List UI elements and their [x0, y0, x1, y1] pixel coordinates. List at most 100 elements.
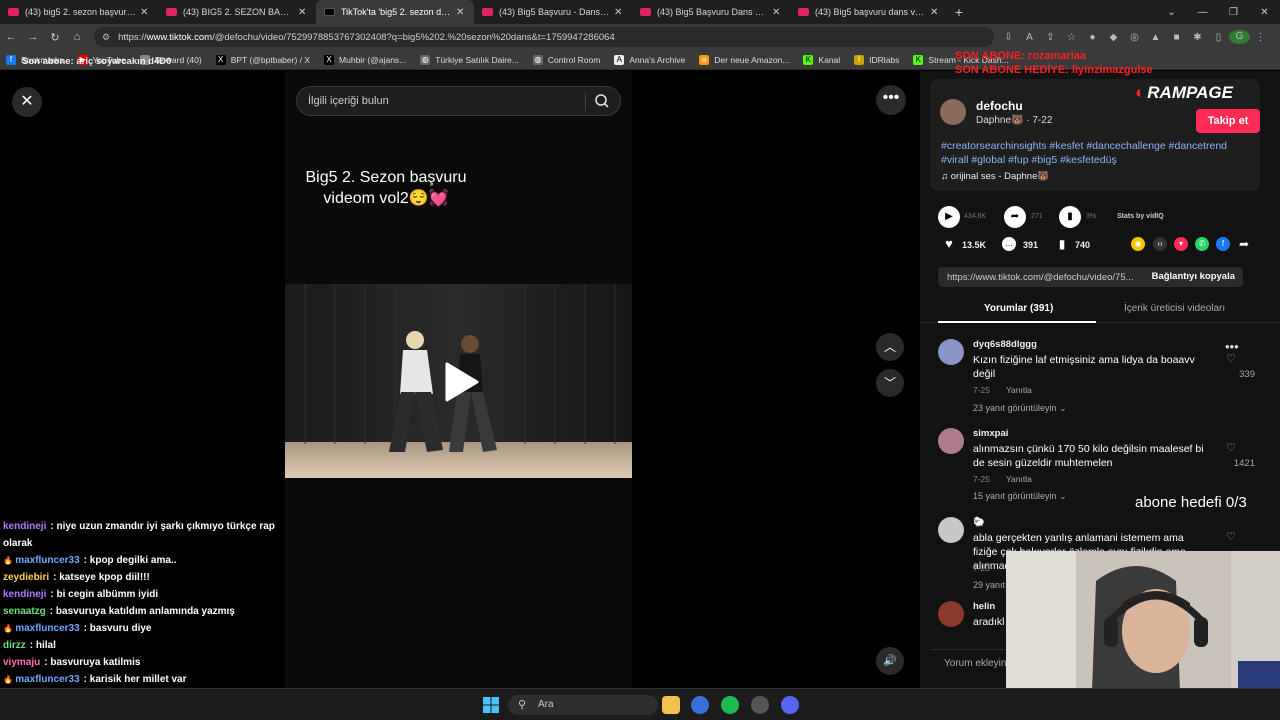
- whatsapp-icon[interactable]: ✆: [1195, 237, 1209, 251]
- bookmark-item[interactable]: K Kanal: [803, 54, 840, 65]
- commenter-name[interactable]: dyq6s88dlggg: [973, 339, 1037, 350]
- sound-link[interactable]: ♫ orijinal ses - Daphne🐻: [941, 171, 1049, 182]
- commenter-avatar[interactable]: [938, 601, 964, 627]
- heart-icon[interactable]: ♥: [942, 237, 956, 251]
- tab-creator-videos[interactable]: İçerik üreticisi videoları: [1124, 303, 1225, 314]
- copy-link-button[interactable]: Bağlantıyı kopyala: [1152, 271, 1235, 282]
- bookmark-item[interactable]: X BPT (@bptbaber) / X: [215, 54, 310, 65]
- taskbar-search[interactable]: ⚲ Ara: [508, 695, 658, 715]
- browser-tab[interactable]: (43) big5 2. sezon başvuru dans ✕: [0, 0, 158, 24]
- embed-icon[interactable]: ‹›: [1153, 237, 1167, 251]
- more-options-icon[interactable]: •••: [876, 85, 906, 115]
- back-icon[interactable]: ←: [0, 31, 22, 43]
- view-replies-button[interactable]: 23 yanıt görüntüleyin ⌄: [973, 403, 1067, 414]
- reply-button[interactable]: Yanıtla: [1006, 385, 1032, 395]
- chevron-up-icon[interactable]: ︿: [876, 333, 904, 361]
- browser-tab[interactable]: (43) Big5 başvuru dans videosu ✕: [790, 0, 948, 24]
- commenter-avatar[interactable]: [938, 339, 964, 365]
- close-tab-icon[interactable]: ✕: [930, 7, 940, 18]
- app-icon[interactable]: [751, 696, 769, 714]
- new-tab-button[interactable]: +: [948, 4, 970, 20]
- search-input[interactable]: İlgili içeriği bulun: [296, 86, 621, 116]
- search-icon[interactable]: [594, 93, 610, 112]
- extension-icon[interactable]: ▲: [1145, 32, 1166, 43]
- windows-start-icon[interactable]: [483, 697, 499, 713]
- follow-button[interactable]: Takip et: [1196, 109, 1260, 133]
- heart-icon[interactable]: ♡: [1226, 441, 1236, 454]
- extension-icon[interactable]: ●: [1082, 32, 1103, 43]
- play-icon[interactable]: [443, 362, 479, 402]
- chrome-icon[interactable]: [691, 696, 709, 714]
- volume-icon[interactable]: 🔊: [876, 647, 904, 675]
- commenter-avatar[interactable]: [938, 517, 964, 543]
- chat-badge-icon: 🔥: [3, 675, 16, 684]
- puzzle-icon[interactable]: ✱: [1187, 32, 1208, 43]
- extension-icon[interactable]: ◆: [1103, 32, 1124, 43]
- commenter-avatar[interactable]: [938, 428, 964, 454]
- search-icon: ⚲: [518, 699, 527, 711]
- reload-icon[interactable]: ↻: [44, 31, 66, 44]
- heart-icon[interactable]: ♡: [1226, 530, 1236, 543]
- browser-tab[interactable]: (43) Big5 Başvuru Dans Videosu ✕: [632, 0, 790, 24]
- tab-search-icon[interactable]: ⌄: [1156, 7, 1187, 18]
- author-handle[interactable]: defochu: [976, 99, 1023, 113]
- share-icon[interactable]: ➦: [1237, 237, 1251, 251]
- close-tab-icon[interactable]: ✕: [298, 7, 308, 18]
- close-window-icon[interactable]: ✕: [1249, 7, 1280, 18]
- close-icon[interactable]: ✕: [12, 87, 42, 117]
- bookmark-star-icon[interactable]: ☆: [1061, 32, 1082, 43]
- bookmark-item[interactable]: I IDRlabs: [854, 54, 899, 65]
- rampage-logo: ◐ RAMPAGE: [1135, 83, 1233, 103]
- play-count-icon[interactable]: ▶: [938, 206, 960, 228]
- bookmark-item[interactable]: ◍ Türkiye Satılık Daire...: [420, 54, 519, 65]
- address-bar[interactable]: ⚙ https://www.tiktok.com/@defochu/video/…: [94, 27, 994, 47]
- view-replies-button[interactable]: 29 yanıt: [973, 580, 1005, 590]
- browser-tab-active[interactable]: TikTok'ta 'big5 2. sezon dans' bu ✕: [316, 0, 474, 24]
- video-player[interactable]: [285, 284, 632, 478]
- spotify-icon[interactable]: [721, 696, 739, 714]
- bookmark-item[interactable]: X Muhbir (@ajans...: [324, 54, 406, 65]
- discord-icon[interactable]: [781, 696, 799, 714]
- home-icon[interactable]: ⌂: [66, 31, 88, 43]
- close-tab-icon[interactable]: ✕: [772, 7, 782, 18]
- menu-icon[interactable]: ⋮: [1250, 32, 1271, 43]
- tab-comments[interactable]: Yorumlar (391): [984, 303, 1053, 314]
- file-explorer-icon[interactable]: [662, 696, 680, 714]
- forward-icon[interactable]: →: [22, 31, 44, 43]
- browser-tab[interactable]: (43) Big5 Başvuru - Dans Portfolu ✕: [474, 0, 632, 24]
- share-icon[interactable]: ⇪: [1040, 32, 1061, 43]
- video-link-box[interactable]: https://www.tiktok.com/@defochu/video/75…: [938, 267, 1243, 287]
- chevron-down-icon[interactable]: ﹀: [876, 369, 904, 397]
- commenter-name[interactable]: helin: [973, 601, 995, 612]
- site-info-icon[interactable]: ⚙: [102, 32, 110, 43]
- bookmark-item[interactable]: ◍ Control Room: [532, 54, 600, 65]
- browser-tab[interactable]: (43) BIG5 2. SEZON BAŞVURU D ✕: [158, 0, 316, 24]
- bookmark-icon[interactable]: ▮: [1055, 237, 1069, 251]
- install-icon[interactable]: ⇩: [998, 32, 1019, 43]
- facebook-icon[interactable]: f: [1216, 237, 1230, 251]
- share-count-icon[interactable]: ➦: [1004, 206, 1026, 228]
- view-replies-button[interactable]: 15 yanıt görüntüleyin ⌄: [973, 491, 1067, 502]
- translate-icon[interactable]: A: [1019, 32, 1040, 43]
- comment-more-icon[interactable]: •••: [1225, 339, 1239, 354]
- bookmark-item[interactable]: A Anna's Archive: [614, 54, 685, 65]
- sidebar-icon[interactable]: ▯: [1208, 32, 1229, 43]
- extension-icon[interactable]: ■: [1166, 32, 1187, 43]
- commenter-name[interactable]: 🐑: [973, 517, 985, 528]
- chart-icon[interactable]: ▮: [1059, 206, 1081, 228]
- close-tab-icon[interactable]: ✕: [456, 7, 466, 18]
- send-icon[interactable]: ▾: [1174, 237, 1188, 251]
- maximize-icon[interactable]: ❐: [1218, 7, 1249, 18]
- minimize-icon[interactable]: —: [1187, 7, 1218, 18]
- bookmark-item[interactable]: a Der neue Amazon...: [699, 54, 789, 65]
- commenter-name[interactable]: simxpai: [973, 428, 1008, 439]
- close-tab-icon[interactable]: ✕: [614, 7, 624, 18]
- extension-icon[interactable]: ◎: [1124, 32, 1145, 43]
- coin-icon[interactable]: ◉: [1131, 237, 1145, 251]
- close-tab-icon[interactable]: ✕: [140, 7, 150, 18]
- profile-avatar[interactable]: G: [1229, 30, 1250, 44]
- author-avatar[interactable]: [940, 99, 966, 125]
- hashtags[interactable]: #creatorsearchinsights #kesfet #dancecha…: [941, 139, 1253, 167]
- comment-icon[interactable]: …: [1002, 237, 1016, 251]
- reply-button[interactable]: Yanıtla: [1006, 474, 1032, 484]
